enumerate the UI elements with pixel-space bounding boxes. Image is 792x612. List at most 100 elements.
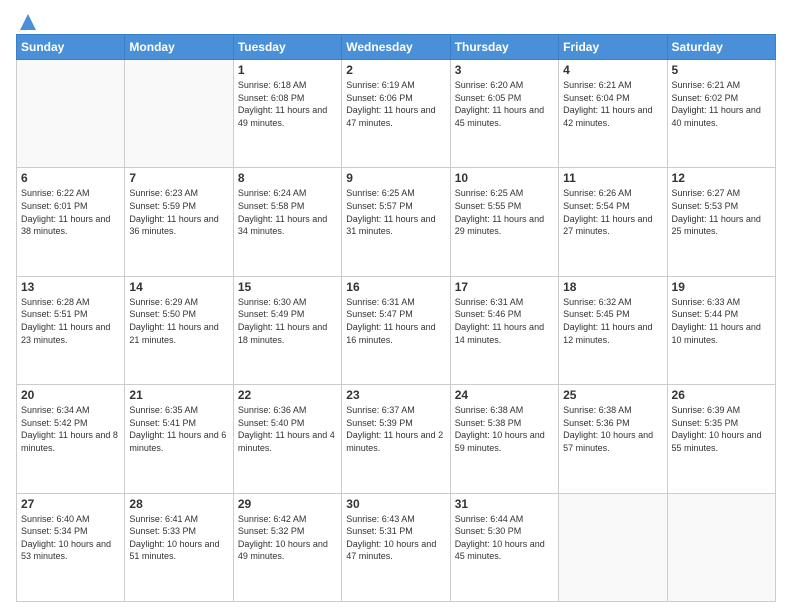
day-info: Sunrise: 6:29 AM Sunset: 5:50 PM Dayligh…	[129, 296, 228, 346]
day-number: 3	[455, 63, 554, 77]
calendar-cell: 10 Sunrise: 6:25 AM Sunset: 5:55 PM Dayli…	[450, 168, 558, 276]
day-number: 12	[672, 171, 771, 185]
weekday-header-tuesday: Tuesday	[233, 35, 341, 60]
calendar-cell: 6 Sunrise: 6:22 AM Sunset: 6:01 PM Daylig…	[17, 168, 125, 276]
header	[16, 12, 776, 28]
day-info: Sunrise: 6:33 AM Sunset: 5:44 PM Dayligh…	[672, 296, 771, 346]
day-info: Sunrise: 6:40 AM Sunset: 5:34 PM Dayligh…	[21, 513, 120, 563]
day-info: Sunrise: 6:38 AM Sunset: 5:36 PM Dayligh…	[563, 404, 662, 454]
day-number: 7	[129, 171, 228, 185]
weekday-header-friday: Friday	[559, 35, 667, 60]
day-number: 1	[238, 63, 337, 77]
day-info: Sunrise: 6:39 AM Sunset: 5:35 PM Dayligh…	[672, 404, 771, 454]
day-info: Sunrise: 6:23 AM Sunset: 5:59 PM Dayligh…	[129, 187, 228, 237]
day-number: 29	[238, 497, 337, 511]
day-number: 22	[238, 388, 337, 402]
day-number: 30	[346, 497, 445, 511]
calendar-cell: 11 Sunrise: 6:26 AM Sunset: 5:54 PM Dayli…	[559, 168, 667, 276]
calendar-cell: 5 Sunrise: 6:21 AM Sunset: 6:02 PM Daylig…	[667, 60, 775, 168]
day-info: Sunrise: 6:18 AM Sunset: 6:08 PM Dayligh…	[238, 79, 337, 129]
day-info: Sunrise: 6:42 AM Sunset: 5:32 PM Dayligh…	[238, 513, 337, 563]
day-info: Sunrise: 6:31 AM Sunset: 5:47 PM Dayligh…	[346, 296, 445, 346]
weekday-header-wednesday: Wednesday	[342, 35, 450, 60]
day-number: 16	[346, 280, 445, 294]
day-info: Sunrise: 6:37 AM Sunset: 5:39 PM Dayligh…	[346, 404, 445, 454]
day-info: Sunrise: 6:36 AM Sunset: 5:40 PM Dayligh…	[238, 404, 337, 454]
weekday-header-sunday: Sunday	[17, 35, 125, 60]
day-number: 13	[21, 280, 120, 294]
calendar-cell: 16 Sunrise: 6:31 AM Sunset: 5:47 PM Dayli…	[342, 276, 450, 384]
logo-icon	[18, 12, 38, 32]
day-info: Sunrise: 6:25 AM Sunset: 5:55 PM Dayligh…	[455, 187, 554, 237]
calendar-cell	[125, 60, 233, 168]
day-number: 24	[455, 388, 554, 402]
day-info: Sunrise: 6:31 AM Sunset: 5:46 PM Dayligh…	[455, 296, 554, 346]
day-info: Sunrise: 6:38 AM Sunset: 5:38 PM Dayligh…	[455, 404, 554, 454]
calendar-cell: 31 Sunrise: 6:44 AM Sunset: 5:30 PM Dayli…	[450, 493, 558, 601]
day-info: Sunrise: 6:32 AM Sunset: 5:45 PM Dayligh…	[563, 296, 662, 346]
calendar-cell	[17, 60, 125, 168]
calendar-cell: 19Sunrise: 6:33 AM Sunset: 5:44 PM Dayli…	[667, 276, 775, 384]
calendar-cell: 9 Sunrise: 6:25 AM Sunset: 5:57 PM Daylig…	[342, 168, 450, 276]
day-info: Sunrise: 6:26 AM Sunset: 5:54 PM Dayligh…	[563, 187, 662, 237]
day-number: 17	[455, 280, 554, 294]
day-info: Sunrise: 6:44 AM Sunset: 5:30 PM Dayligh…	[455, 513, 554, 563]
calendar-table: SundayMondayTuesdayWednesdayThursdayFrid…	[16, 34, 776, 602]
day-number: 9	[346, 171, 445, 185]
calendar-cell: 28 Sunrise: 6:41 AM Sunset: 5:33 PM Dayli…	[125, 493, 233, 601]
calendar-cell: 23 Sunrise: 6:37 AM Sunset: 5:39 PM Dayli…	[342, 385, 450, 493]
day-info: Sunrise: 6:21 AM Sunset: 6:02 PM Dayligh…	[672, 79, 771, 129]
logo-text	[16, 12, 38, 32]
calendar-cell: 8Sunrise: 6:24 AM Sunset: 5:58 PM Daylig…	[233, 168, 341, 276]
weekday-header-thursday: Thursday	[450, 35, 558, 60]
day-number: 4	[563, 63, 662, 77]
day-info: Sunrise: 6:25 AM Sunset: 5:57 PM Dayligh…	[346, 187, 445, 237]
calendar-cell: 4 Sunrise: 6:21 AM Sunset: 6:04 PM Daylig…	[559, 60, 667, 168]
calendar-cell	[667, 493, 775, 601]
day-number: 11	[563, 171, 662, 185]
day-number: 18	[563, 280, 662, 294]
calendar-cell: 3 Sunrise: 6:20 AM Sunset: 6:05 PM Daylig…	[450, 60, 558, 168]
week-row-4: 20 Sunrise: 6:34 AM Sunset: 5:42 PM Dayli…	[17, 385, 776, 493]
calendar-cell: 26 Sunrise: 6:39 AM Sunset: 5:35 PM Dayli…	[667, 385, 775, 493]
calendar-cell: 24 Sunrise: 6:38 AM Sunset: 5:38 PM Dayli…	[450, 385, 558, 493]
day-info: Sunrise: 6:43 AM Sunset: 5:31 PM Dayligh…	[346, 513, 445, 563]
logo	[16, 12, 38, 28]
day-number: 10	[455, 171, 554, 185]
calendar-cell: 27 Sunrise: 6:40 AM Sunset: 5:34 PM Dayli…	[17, 493, 125, 601]
weekday-header-row: SundayMondayTuesdayWednesdayThursdayFrid…	[17, 35, 776, 60]
day-number: 6	[21, 171, 120, 185]
day-number: 15	[238, 280, 337, 294]
day-number: 27	[21, 497, 120, 511]
day-number: 28	[129, 497, 228, 511]
calendar-cell: 12Sunrise: 6:27 AM Sunset: 5:53 PM Dayli…	[667, 168, 775, 276]
day-number: 2	[346, 63, 445, 77]
weekday-header-saturday: Saturday	[667, 35, 775, 60]
calendar-cell: 22 Sunrise: 6:36 AM Sunset: 5:40 PM Dayli…	[233, 385, 341, 493]
day-number: 8	[238, 171, 337, 185]
calendar-cell: 7 Sunrise: 6:23 AM Sunset: 5:59 PM Daylig…	[125, 168, 233, 276]
day-number: 14	[129, 280, 228, 294]
weekday-header-monday: Monday	[125, 35, 233, 60]
page: SundayMondayTuesdayWednesdayThursdayFrid…	[0, 0, 792, 612]
day-info: Sunrise: 6:21 AM Sunset: 6:04 PM Dayligh…	[563, 79, 662, 129]
calendar-cell	[559, 493, 667, 601]
calendar-cell: 15Sunrise: 6:30 AM Sunset: 5:49 PM Dayli…	[233, 276, 341, 384]
week-row-2: 6 Sunrise: 6:22 AM Sunset: 6:01 PM Daylig…	[17, 168, 776, 276]
day-number: 5	[672, 63, 771, 77]
calendar-cell: 17 Sunrise: 6:31 AM Sunset: 5:46 PM Dayli…	[450, 276, 558, 384]
day-number: 21	[129, 388, 228, 402]
week-row-1: 1 Sunrise: 6:18 AM Sunset: 6:08 PM Daylig…	[17, 60, 776, 168]
day-info: Sunrise: 6:22 AM Sunset: 6:01 PM Dayligh…	[21, 187, 120, 237]
day-info: Sunrise: 6:28 AM Sunset: 5:51 PM Dayligh…	[21, 296, 120, 346]
day-number: 20	[21, 388, 120, 402]
calendar-cell: 30 Sunrise: 6:43 AM Sunset: 5:31 PM Dayli…	[342, 493, 450, 601]
day-info: Sunrise: 6:20 AM Sunset: 6:05 PM Dayligh…	[455, 79, 554, 129]
day-number: 26	[672, 388, 771, 402]
calendar-cell: 13 Sunrise: 6:28 AM Sunset: 5:51 PM Dayli…	[17, 276, 125, 384]
day-number: 23	[346, 388, 445, 402]
day-number: 25	[563, 388, 662, 402]
day-info: Sunrise: 6:41 AM Sunset: 5:33 PM Dayligh…	[129, 513, 228, 563]
day-info: Sunrise: 6:34 AM Sunset: 5:42 PM Dayligh…	[21, 404, 120, 454]
day-number: 31	[455, 497, 554, 511]
